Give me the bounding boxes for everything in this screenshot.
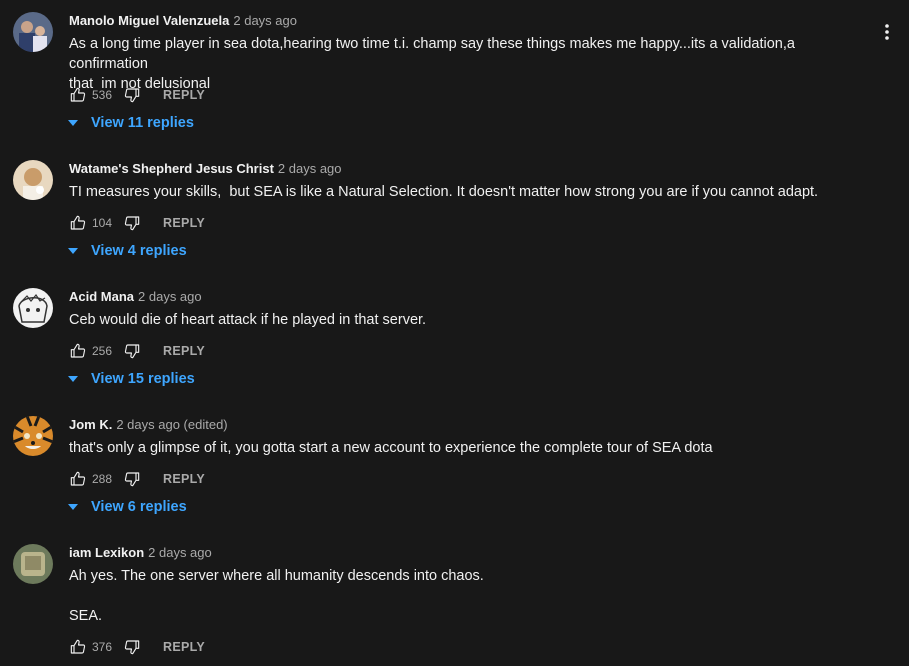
view-replies-button[interactable]: View 6 replies bbox=[66, 497, 187, 517]
comment-timestamp[interactable]: 2 days ago (edited) bbox=[116, 417, 227, 432]
like-button[interactable] bbox=[69, 86, 87, 104]
comment-text: that's only a glimpse of it, you gotta s… bbox=[69, 438, 859, 458]
like-count: 256 bbox=[92, 344, 113, 358]
caret-down-icon bbox=[68, 504, 78, 510]
reply-button[interactable]: REPLY bbox=[163, 88, 205, 102]
like-button[interactable] bbox=[69, 470, 87, 488]
comment-author[interactable]: iam Lexikon bbox=[69, 545, 144, 560]
view-replies-label: View 15 replies bbox=[91, 371, 195, 387]
view-replies-label: View 4 replies bbox=[91, 243, 187, 259]
thumb-up-icon bbox=[70, 343, 86, 358]
like-count: 288 bbox=[92, 472, 113, 486]
thumb-up-icon bbox=[70, 215, 86, 230]
reply-button[interactable]: REPLY bbox=[163, 640, 205, 654]
reply-button[interactable]: REPLY bbox=[163, 216, 205, 230]
thumb-down-icon bbox=[124, 88, 140, 103]
comment-actions: 376 REPLY bbox=[69, 637, 205, 657]
comment-menu-button[interactable] bbox=[877, 22, 897, 42]
like-count: 104 bbox=[92, 216, 113, 230]
comment-line: TI measures your skills, but SEA is like… bbox=[69, 184, 819, 200]
dislike-button[interactable] bbox=[123, 214, 141, 232]
thumb-up-icon bbox=[70, 471, 86, 486]
caret-down-icon bbox=[68, 248, 78, 254]
avatar[interactable] bbox=[13, 160, 53, 200]
comment-timestamp[interactable]: 2 days ago bbox=[138, 289, 202, 304]
thumb-up-icon bbox=[70, 87, 86, 102]
more-vert-icon bbox=[885, 24, 889, 40]
comment-author[interactable]: Watame's Shepherd Jesus Christ bbox=[69, 161, 274, 176]
like-button[interactable] bbox=[69, 342, 87, 360]
thumb-down-icon bbox=[124, 344, 140, 359]
avatar[interactable] bbox=[13, 12, 53, 52]
like-button[interactable] bbox=[69, 638, 87, 656]
view-replies-label: View 11 replies bbox=[91, 115, 194, 131]
view-replies-button[interactable]: View 4 replies bbox=[66, 241, 187, 261]
view-replies-button[interactable]: View 15 replies bbox=[66, 369, 195, 389]
reply-button[interactable]: REPLY bbox=[163, 472, 205, 486]
thumb-down-icon bbox=[124, 640, 140, 655]
like-count: 536 bbox=[92, 88, 113, 102]
comment-author[interactable]: Acid Mana bbox=[69, 289, 134, 304]
avatar[interactable] bbox=[13, 544, 53, 584]
thumb-up-icon bbox=[70, 639, 86, 654]
avatar[interactable] bbox=[13, 288, 53, 328]
dislike-button[interactable] bbox=[123, 342, 141, 360]
comment-actions: 288 REPLY bbox=[69, 469, 205, 489]
comment-author[interactable]: Manolo Miguel Valenzuela bbox=[69, 13, 229, 28]
thumb-down-icon bbox=[124, 472, 140, 487]
comment-line bbox=[69, 586, 859, 606]
comment-text: TI measures your skills, but SEA is like… bbox=[69, 182, 859, 202]
comment-line: Ah yes. The one server where all humanit… bbox=[69, 568, 484, 584]
view-replies-button[interactable]: View 11 replies bbox=[66, 113, 194, 133]
comment-line: Ceb would die of heart attack if he play… bbox=[69, 312, 427, 328]
comment-timestamp[interactable]: 2 days ago bbox=[148, 545, 212, 560]
dislike-button[interactable] bbox=[123, 470, 141, 488]
comment-actions: 256 REPLY bbox=[69, 341, 205, 361]
caret-down-icon bbox=[68, 376, 78, 382]
comment-text: Ceb would die of heart attack if he play… bbox=[69, 310, 859, 330]
thumb-down-icon bbox=[124, 216, 140, 231]
comment-timestamp[interactable]: 2 days ago bbox=[233, 13, 297, 28]
comment-line: As a long time player in sea dota,hearin… bbox=[69, 36, 799, 72]
like-count: 376 bbox=[92, 640, 113, 654]
dislike-button[interactable] bbox=[123, 638, 141, 656]
comment-actions: 536 REPLY bbox=[69, 85, 205, 105]
avatar[interactable] bbox=[13, 416, 53, 456]
comment-line: SEA. bbox=[69, 608, 103, 624]
comment-timestamp[interactable]: 2 days ago bbox=[278, 161, 342, 176]
view-replies-label: View 6 replies bbox=[91, 499, 187, 515]
comment-author[interactable]: Jom K. bbox=[69, 417, 112, 432]
comment-actions: 104 REPLY bbox=[69, 213, 205, 233]
comment-line: that's only a glimpse of it, you gotta s… bbox=[69, 440, 713, 456]
comment-text: Ah yes. The one server where all humanit… bbox=[69, 566, 859, 626]
dislike-button[interactable] bbox=[123, 86, 141, 104]
like-button[interactable] bbox=[69, 214, 87, 232]
caret-down-icon bbox=[68, 120, 78, 126]
reply-button[interactable]: REPLY bbox=[163, 344, 205, 358]
